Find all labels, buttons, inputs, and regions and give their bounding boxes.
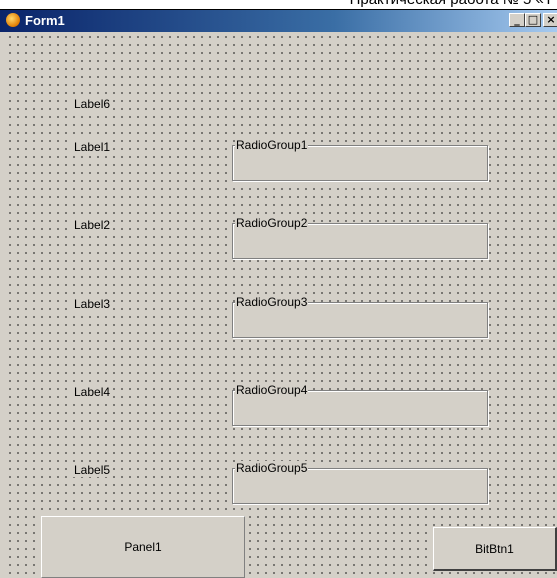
panel1[interactable]: Panel1 bbox=[41, 516, 245, 578]
label6[interactable]: Label6 bbox=[73, 97, 112, 111]
minimize-icon: _ bbox=[514, 13, 520, 26]
radio-group-5[interactable]: RadioGroup5 bbox=[232, 461, 488, 504]
radio-group-caption: RadioGroup2 bbox=[235, 216, 309, 230]
app-icon[interactable] bbox=[6, 13, 20, 27]
label2[interactable]: Label2 bbox=[73, 218, 112, 232]
label1[interactable]: Label1 bbox=[73, 140, 112, 154]
document-header: Практическая работа № 5 «Т bbox=[0, 0, 557, 10]
panel-caption: Panel1 bbox=[124, 540, 162, 554]
bitbtn-caption: BitBtn1 bbox=[475, 541, 514, 556]
maximize-icon: □ bbox=[527, 13, 539, 26]
radio-group-2[interactable]: RadioGroup2 bbox=[232, 216, 488, 259]
label3[interactable]: Label3 bbox=[73, 297, 112, 311]
label4[interactable]: Label4 bbox=[73, 385, 112, 399]
radio-group-caption: RadioGroup1 bbox=[235, 138, 309, 152]
radio-group-3[interactable]: RadioGroup3 bbox=[232, 295, 488, 338]
document-header-text: Практическая работа № 5 «Т bbox=[350, 0, 553, 8]
radio-group-caption: RadioGroup3 bbox=[235, 295, 309, 309]
close-icon: × bbox=[546, 13, 556, 26]
minimize-button[interactable]: _ bbox=[509, 13, 525, 27]
label5[interactable]: Label5 bbox=[73, 463, 112, 477]
maximize-button[interactable]: □ bbox=[525, 13, 541, 27]
window-title: Form1 bbox=[25, 13, 65, 28]
radio-group-caption: RadioGroup5 bbox=[235, 461, 309, 475]
radio-group-caption: RadioGroup4 bbox=[235, 383, 309, 397]
form-window: Form1 _ □ × Label6 Label1 Label2 Label3 … bbox=[0, 10, 557, 578]
radio-group-1[interactable]: RadioGroup1 bbox=[232, 138, 488, 181]
title-bar[interactable]: Form1 _ □ × bbox=[0, 10, 557, 32]
close-button[interactable]: × bbox=[543, 13, 557, 27]
form-design-grid[interactable]: Label6 Label1 Label2 Label3 Label4 Label… bbox=[4, 32, 557, 578]
bitbtn1[interactable]: BitBtn1 bbox=[433, 527, 557, 571]
radio-group-4[interactable]: RadioGroup4 bbox=[232, 383, 488, 426]
